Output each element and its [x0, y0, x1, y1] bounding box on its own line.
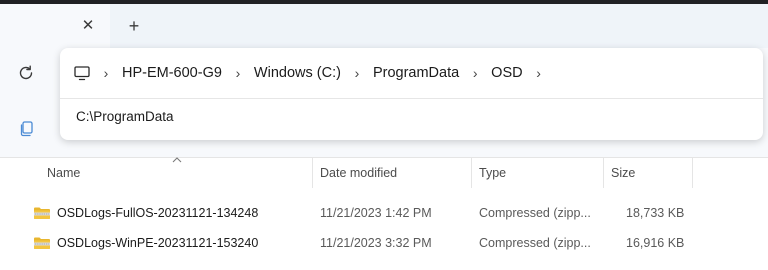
address-bar-dropdown[interactable]: › HP-EM-600-G9 › Windows (C:) › ProgramD… [60, 48, 763, 140]
chevron-right-icon[interactable]: › [461, 65, 489, 81]
file-type: Compressed (zipp... [479, 206, 591, 220]
column-headers: Name Date modified Type Size [0, 156, 768, 188]
computer-icon[interactable] [72, 63, 92, 83]
close-tab-icon[interactable]: ✕ [80, 18, 96, 34]
chevron-right-icon[interactable]: › [92, 65, 120, 81]
refresh-icon[interactable] [16, 63, 36, 83]
chevron-right-icon[interactable]: › [343, 65, 371, 81]
column-divider[interactable] [603, 158, 604, 188]
tab-bar: ✕ + [0, 4, 768, 48]
file-name[interactable]: OSDLogs-FullOS-20231121-134248 [57, 198, 258, 228]
column-divider[interactable] [312, 158, 313, 188]
column-divider[interactable] [471, 158, 472, 188]
file-list: Name Date modified Type Size OSDLogs-Ful… [0, 156, 768, 270]
column-divider[interactable] [692, 158, 693, 188]
chevron-right-icon[interactable]: › [224, 65, 252, 81]
breadcrumb-programdata[interactable]: ProgramData [371, 65, 461, 81]
new-tab-button[interactable]: + [126, 17, 142, 35]
file-size: 18,733 KB [626, 206, 685, 220]
breadcrumb-computer[interactable]: HP-EM-600-G9 [120, 65, 224, 81]
file-date: 11/21/2023 3:32 PM [320, 236, 432, 250]
tab-active[interactable]: ✕ [0, 4, 110, 48]
breadcrumb: › HP-EM-600-G9 › Windows (C:) › ProgramD… [60, 48, 553, 98]
address-suggestion[interactable]: C:\ProgramData [60, 99, 763, 135]
breadcrumb-osd[interactable]: OSD [489, 65, 524, 81]
chevron-right-icon[interactable]: › [525, 65, 553, 81]
file-type: Compressed (zipp... [479, 236, 591, 250]
column-header-name[interactable]: Name [47, 158, 80, 188]
table-row[interactable]: OSDLogs-FullOS-20231121-134248 11/21/202… [0, 198, 768, 228]
column-header-date[interactable]: Date modified [320, 158, 397, 188]
file-date: 11/21/2023 1:42 PM [320, 206, 432, 220]
table-row[interactable]: OSDLogs-WinPE-20231121-153240 11/21/2023… [0, 228, 768, 258]
sort-up-icon [172, 156, 182, 164]
copy-icon[interactable] [18, 120, 36, 138]
file-name[interactable]: OSDLogs-WinPE-20231121-153240 [57, 228, 258, 258]
zip-folder-icon [34, 237, 50, 249]
file-size: 16,916 KB [626, 236, 685, 250]
breadcrumb-drive[interactable]: Windows (C:) [252, 65, 343, 81]
column-header-type[interactable]: Type [479, 158, 506, 188]
zip-folder-icon [34, 207, 50, 219]
column-header-size[interactable]: Size [611, 158, 635, 188]
